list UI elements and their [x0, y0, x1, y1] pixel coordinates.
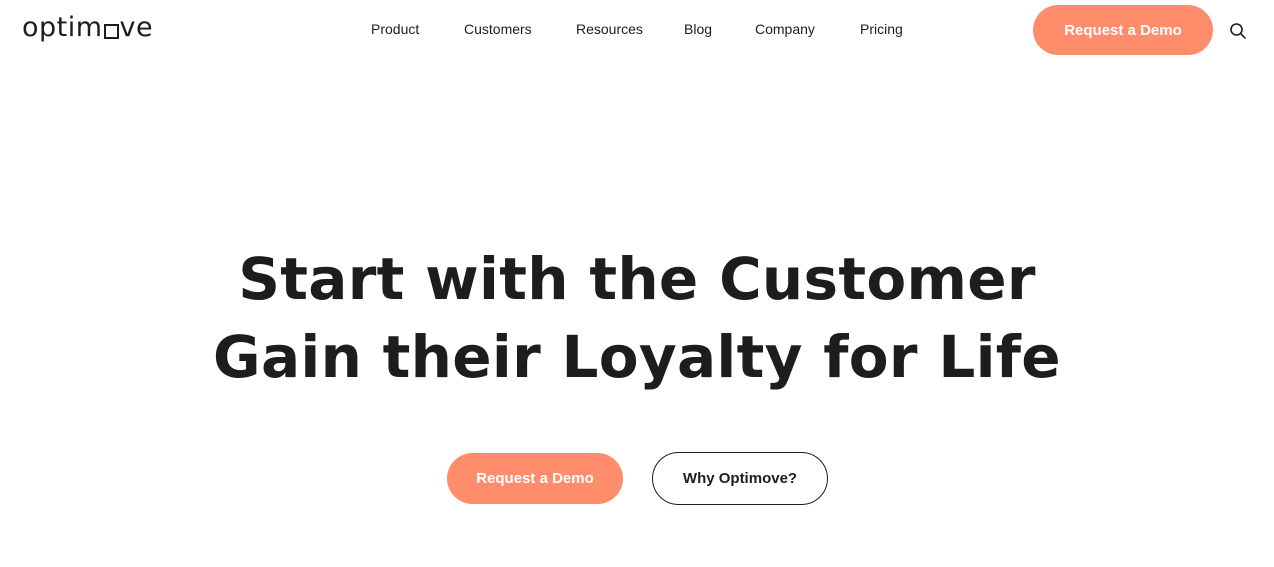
nav-item-company[interactable]: Company [755, 20, 815, 38]
nav-item-customers[interactable]: Customers [464, 20, 532, 38]
search-icon[interactable] [1229, 22, 1247, 40]
header-request-demo-button[interactable]: Request a Demo [1033, 5, 1213, 55]
nav-item-product[interactable]: Product [371, 20, 419, 38]
nav-item-pricing[interactable]: Pricing [860, 20, 903, 38]
site-header: optim ve Product Customers Resources Blog… [0, 0, 1274, 60]
hero-title: Start with the Customer Gain their Loyal… [0, 240, 1274, 396]
hero-title-line-1: Start with the Customer [238, 245, 1036, 313]
hero-request-demo-button[interactable]: Request a Demo [447, 453, 623, 504]
why-optimove-button[interactable]: Why Optimove? [652, 452, 828, 505]
nav-item-resources[interactable]: Resources [576, 20, 643, 38]
hero-actions: Request a Demo Why Optimove? [0, 452, 1274, 505]
hero-title-line-2: Gain their Loyalty for Life [213, 323, 1061, 391]
nav-item-blog[interactable]: Blog [684, 20, 712, 38]
